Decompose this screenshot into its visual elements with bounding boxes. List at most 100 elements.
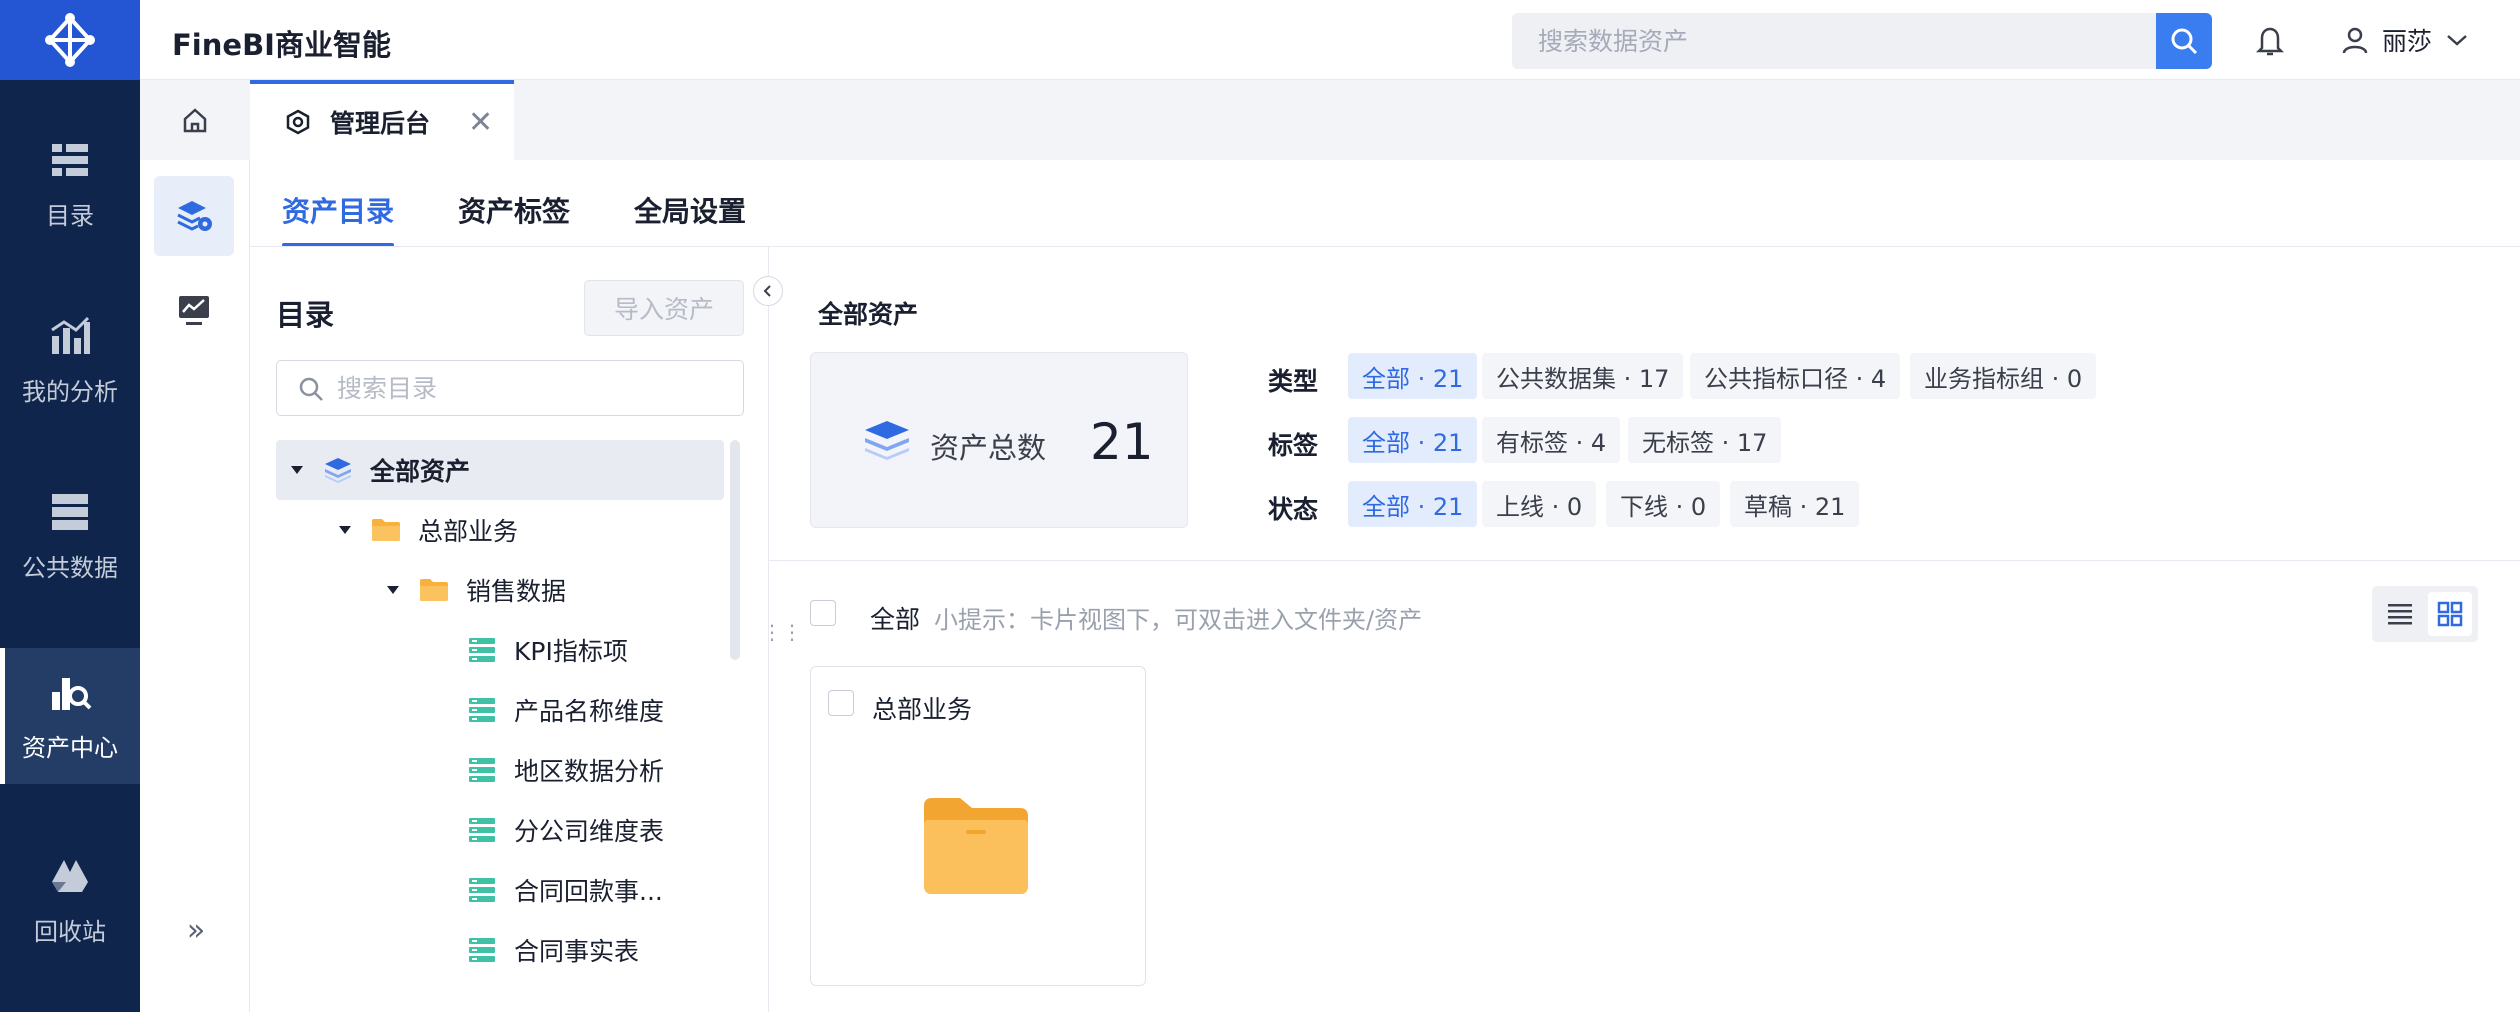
dataset-icon: [464, 697, 500, 723]
caret-down-icon[interactable]: [334, 525, 356, 535]
asset-layers-icon: [177, 201, 212, 231]
home-icon: [183, 108, 207, 133]
nav-item-label: 我的分析: [22, 377, 118, 406]
chip-status-all[interactable]: 全部 · 21: [1348, 481, 1478, 527]
divider: [769, 560, 2520, 561]
filter-label-tag: 标签: [1268, 431, 1319, 460]
list-view-button[interactable]: [2378, 592, 2422, 636]
scrollbar[interactable]: [730, 440, 740, 660]
caret-down-icon[interactable]: [286, 465, 308, 475]
tab-global-settings[interactable]: 全局设置: [634, 190, 746, 230]
logo-icon: [45, 13, 95, 67]
asset-search-icon: [52, 677, 92, 710]
chip-status-offline[interactable]: 下线 · 0: [1606, 481, 1721, 527]
nav-item-my-analysis[interactable]: 我的分析: [0, 292, 140, 428]
tree-item-dataset[interactable]: KPI指标项: [276, 620, 724, 680]
total-assets-value: 21: [1090, 413, 1154, 471]
filter-label-type: 类型: [1268, 367, 1319, 396]
tree-item-dataset[interactable]: 分公司维度表: [276, 800, 724, 860]
tree-item-label: 地区数据分析: [514, 757, 665, 786]
tree-item-dataset[interactable]: 合同回款事...: [276, 860, 724, 920]
dataset-icon: [464, 637, 500, 663]
layers-icon: [320, 456, 356, 484]
directory-search: [276, 360, 744, 416]
divider: [250, 246, 2520, 247]
card-checkbox[interactable]: [828, 690, 854, 716]
user-menu[interactable]: 丽莎: [2340, 20, 2470, 60]
app-logo[interactable]: [0, 0, 140, 80]
search-box: [1512, 13, 2212, 69]
tree-item-dataset[interactable]: 产品名称维度: [276, 680, 724, 740]
filter-label-status: 状态: [1268, 495, 1319, 524]
grid-view-icon: [2437, 601, 2463, 627]
total-assets-label: 资产总数: [930, 431, 1047, 465]
view-toggle: [2372, 586, 2478, 642]
nav-item-label: 公共数据: [22, 553, 118, 582]
tree-item-label: 全部资产: [370, 457, 471, 486]
settings-icon: [286, 109, 310, 135]
search-icon: [2171, 28, 2198, 55]
tree-item-sales-data[interactable]: 销售数据: [276, 560, 724, 620]
home-tab[interactable]: [140, 80, 250, 160]
resize-handle-icon[interactable]: ⋮⋮: [762, 620, 802, 644]
dataset-icon: [464, 757, 500, 783]
chart-icon: [51, 316, 90, 354]
chip-tag-untagged[interactable]: 无标签 · 17: [1628, 417, 1782, 463]
tree-item-dataset[interactable]: 合同事实表: [276, 920, 724, 980]
monitor-icon: [179, 296, 209, 325]
sub-item-assets[interactable]: [154, 176, 234, 256]
tab-admin-label: 管理后台: [330, 109, 431, 138]
nav-item-public-data[interactable]: 公共数据: [0, 468, 140, 604]
chip-type-metric[interactable]: 公共指标口径 · 4: [1690, 353, 1901, 399]
tree-item-label: 销售数据: [466, 577, 567, 606]
layers-icon: [865, 421, 909, 460]
nav-item-asset-center[interactable]: 资产中心: [0, 648, 140, 784]
expand-sidebar-button[interactable]: »: [176, 910, 216, 950]
chip-tag-all[interactable]: 全部 · 21: [1348, 417, 1478, 463]
search-icon: [299, 377, 323, 401]
user-name: 丽莎: [2382, 27, 2433, 56]
app-title: FineBI商业智能: [172, 28, 391, 62]
tree-item-all-assets[interactable]: 全部资产: [276, 440, 724, 500]
catalog-icon: [52, 143, 88, 176]
nav-item-recycle-bin[interactable]: 回收站: [0, 832, 140, 968]
tab-asset-catalog[interactable]: 资产目录: [282, 190, 394, 230]
chip-tag-tagged[interactable]: 有标签 · 4: [1482, 417, 1621, 463]
chevron-left-icon: [763, 285, 771, 297]
search-input[interactable]: [1512, 13, 2156, 69]
recycle-icon: [52, 859, 88, 892]
breadcrumb: 全部资产: [818, 300, 919, 329]
dataset-icon: [464, 877, 500, 903]
chip-status-draft[interactable]: 草稿 · 21: [1730, 481, 1860, 527]
folder-icon: [368, 517, 404, 543]
card-title: 总部业务: [872, 695, 973, 724]
select-all-label: 全部: [870, 605, 921, 634]
tab-admin[interactable]: 管理后台 ✕: [250, 80, 514, 160]
nav-item-catalog[interactable]: 目录: [0, 116, 140, 252]
tree-item-hq-business[interactable]: 总部业务: [276, 500, 724, 560]
dataset-icon: [464, 937, 500, 963]
caret-down-icon[interactable]: [382, 585, 404, 595]
directory-search-input[interactable]: [337, 361, 727, 415]
close-tab-icon[interactable]: ✕: [468, 105, 493, 140]
folder-icon: [924, 798, 1028, 894]
search-button[interactable]: [2156, 13, 2212, 69]
tree-item-dataset[interactable]: 地区数据分析: [276, 740, 724, 800]
collapse-panel-button[interactable]: [753, 276, 783, 306]
tab-asset-tags[interactable]: 资产标签: [458, 190, 570, 230]
sub-item-monitor[interactable]: [154, 270, 234, 350]
dataset-icon: [464, 817, 500, 843]
chip-type-metric-group[interactable]: 业务指标组 · 0: [1910, 353, 2097, 399]
nav-item-label: 回收站: [34, 917, 106, 946]
bell-icon[interactable]: [2250, 20, 2290, 60]
chip-status-online[interactable]: 上线 · 0: [1482, 481, 1597, 527]
chip-type-dataset[interactable]: 公共数据集 · 17: [1482, 353, 1684, 399]
select-all-checkbox[interactable]: [810, 600, 836, 626]
chip-type-all[interactable]: 全部 · 21: [1348, 353, 1478, 399]
import-asset-button[interactable]: 导入资产: [584, 280, 744, 336]
chevron-down-icon: [2447, 35, 2467, 46]
card-view-button[interactable]: [2428, 592, 2472, 636]
tree-item-label: 产品名称维度: [514, 697, 665, 726]
list-view-icon: [2388, 604, 2412, 625]
tree-item-label: KPI指标项: [514, 637, 628, 666]
